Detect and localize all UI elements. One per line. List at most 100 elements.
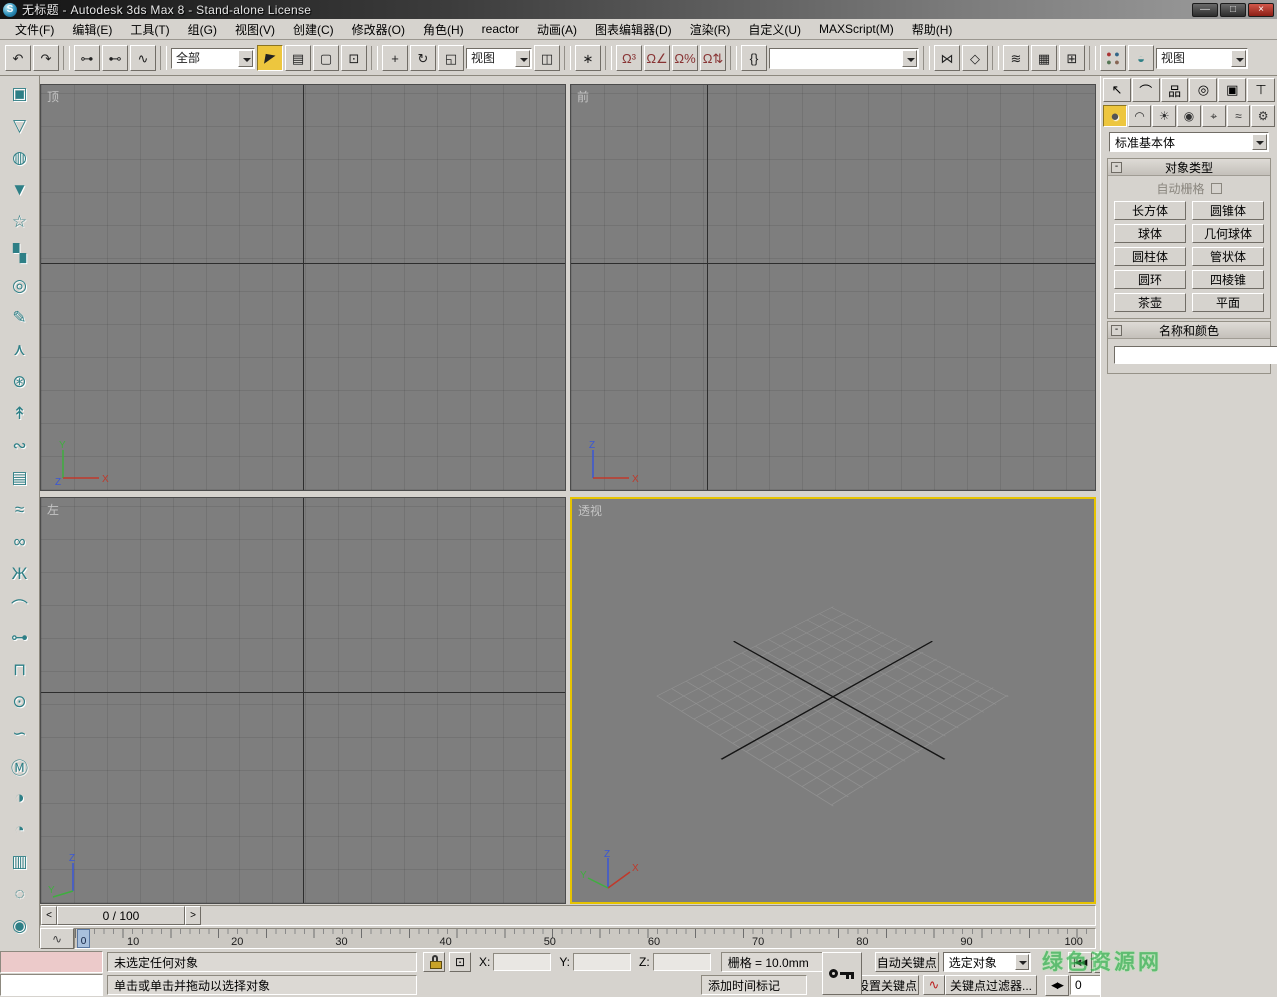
weathervane-icon[interactable]: ↟ <box>4 399 36 429</box>
utilities-tab[interactable]: ⊤ <box>1247 78 1275 102</box>
selection-set-dropdown[interactable]: 选定对象 <box>943 952 1031 972</box>
close-button[interactable]: × <box>1248 3 1274 17</box>
time-slider-thumb[interactable]: 0 / 100 <box>57 906 185 925</box>
geometry-category[interactable]: ● <box>1103 105 1127 127</box>
geosphere-button[interactable]: 几何球体 <box>1192 224 1264 243</box>
fish-icon[interactable]: ∾ <box>4 431 36 461</box>
create-tab[interactable]: ↖ <box>1103 78 1131 102</box>
time-slider[interactable]: < 0 / 100 > <box>40 905 1096 926</box>
named-selection-dropdown[interactable] <box>769 48 919 69</box>
space-warps-category[interactable]: ≈ <box>1227 105 1251 127</box>
shapes-category[interactable]: ◠ <box>1128 105 1152 127</box>
viewport-perspective-label[interactable]: 透视 <box>578 502 602 519</box>
select-by-name-button[interactable]: ▤ <box>285 45 311 71</box>
menu-maxscript[interactable]: MAXScript(M) <box>810 20 903 38</box>
render-scene-button[interactable]: ◒ <box>1128 45 1154 71</box>
angle-snap-button[interactable]: Ω∠ <box>644 45 670 71</box>
systems-category[interactable]: ⚙ <box>1251 105 1275 127</box>
absolute-offset-mode-button[interactable]: ⊡ <box>449 952 471 972</box>
layer-manager-button[interactable]: ≋ <box>1003 45 1029 71</box>
current-frame-marker[interactable]: 0 <box>77 929 90 948</box>
percent-snap-button[interactable]: Ω% <box>672 45 698 71</box>
dropdown-arrow-icon[interactable] <box>1231 50 1246 67</box>
primitive-type-dropdown[interactable]: 标准基本体 <box>1109 132 1269 152</box>
track-bar-ruler[interactable]: 0 10 20 30 40 50 60 70 80 <box>74 928 1096 949</box>
gear-icon[interactable]: ⊛ <box>4 367 36 397</box>
redo-button[interactable]: ↷ <box>33 45 59 71</box>
cameras-category[interactable]: ◉ <box>1177 105 1201 127</box>
teapot-button[interactable]: 茶壶 <box>1114 293 1186 312</box>
selection-filter-dropdown[interactable]: 全部 <box>171 48 255 69</box>
box-button[interactable]: 长方体 <box>1114 201 1186 220</box>
name-and-color-rollout-header[interactable]: - 名称和颜色 <box>1108 322 1270 339</box>
viewport-left[interactable]: 左 Z Y <box>40 497 566 904</box>
spiral-material-icon[interactable]: ◔ <box>4 815 36 845</box>
dialog-icon[interactable]: ▥ <box>4 847 36 877</box>
y-coordinate-field[interactable] <box>573 953 631 971</box>
menu-create[interactable]: 创建(C) <box>284 19 343 40</box>
next-frame-arrow[interactable]: > <box>185 906 201 925</box>
select-and-scale-button[interactable]: ◱ <box>438 45 464 71</box>
previous-frame-arrow[interactable]: < <box>41 906 57 925</box>
menu-help[interactable]: 帮助(H) <box>903 19 962 40</box>
auto-key-button[interactable]: 自动关键点 <box>875 952 939 972</box>
undo-button[interactable]: ↶ <box>5 45 31 71</box>
menu-modifiers[interactable]: 修改器(O) <box>343 19 414 40</box>
propeller-icon[interactable]: ⋏ <box>4 335 36 365</box>
menu-customize[interactable]: 自定义(U) <box>739 19 810 40</box>
knot-icon[interactable]: ∞ <box>4 527 36 557</box>
render-type-dropdown[interactable]: 视图 <box>1156 48 1248 69</box>
z-coordinate-field[interactable] <box>653 953 711 971</box>
menu-rendering[interactable]: 渲染(R) <box>681 19 740 40</box>
dropdown-arrow-icon[interactable] <box>1015 954 1029 970</box>
reference-coordinate-dropdown[interactable]: 视图 <box>466 48 532 69</box>
viewport-front[interactable]: 前 Z X <box>570 84 1096 491</box>
camera-target-icon[interactable]: ◉ <box>4 911 36 941</box>
select-object-button[interactable]: ◤ <box>257 45 283 71</box>
mirror-button[interactable]: ⋈ <box>934 45 960 71</box>
add-time-tag[interactable]: 添加时间标记 <box>701 975 807 995</box>
menu-reactor[interactable]: reactor <box>473 20 528 38</box>
snap-toggle-3d-button[interactable]: Ω³ <box>616 45 642 71</box>
menu-file[interactable]: 文件(F) <box>6 19 63 40</box>
menu-group[interactable]: 组(G) <box>179 19 226 40</box>
object-type-rollout-header[interactable]: - 对象类型 <box>1108 159 1270 176</box>
viewport-front-label[interactable]: 前 <box>577 88 589 105</box>
menu-edit[interactable]: 编辑(E) <box>63 19 121 40</box>
cloth-icon[interactable]: ▽ <box>4 111 36 141</box>
named-selection-sets-button[interactable]: {} <box>741 45 767 71</box>
tube-button[interactable]: 管状体 <box>1192 247 1264 266</box>
beach-ball-icon[interactable]: ◍ <box>4 143 36 173</box>
lock-selection-toggle[interactable] <box>423 952 445 972</box>
lights-category[interactable]: ☀ <box>1152 105 1176 127</box>
schematic-view-button[interactable]: ⊞ <box>1059 45 1085 71</box>
checker-icon[interactable]: ▚ <box>4 239 36 269</box>
select-and-rotate-button[interactable]: ↻ <box>410 45 436 71</box>
menu-character[interactable]: 角色(H) <box>414 19 473 40</box>
sphere-button[interactable]: 球体 <box>1114 224 1186 243</box>
dropdown-arrow-icon[interactable] <box>902 50 917 67</box>
window-crossing-toggle-button[interactable]: ⊡ <box>341 45 367 71</box>
bricks-icon[interactable]: ▤ <box>4 463 36 493</box>
director-chair-icon[interactable]: ⊓ <box>4 655 36 685</box>
dropdown-arrow-icon[interactable] <box>515 50 530 67</box>
plane-button[interactable]: 平面 <box>1192 293 1264 312</box>
motion-tab[interactable]: ◎ <box>1189 78 1217 102</box>
rings-icon[interactable]: ◎ <box>4 271 36 301</box>
star-icon[interactable]: ☆ <box>4 207 36 237</box>
set-key-button[interactable]: 设置关键点 <box>855 975 919 995</box>
cone-button[interactable]: 圆锥体 <box>1192 201 1264 220</box>
mini-curve-editor-button[interactable]: ∿ <box>40 928 74 949</box>
restore-button[interactable]: □ <box>1220 3 1246 17</box>
select-and-manipulate-button[interactable]: ∗ <box>575 45 601 71</box>
set-keys-button[interactable] <box>822 952 862 995</box>
wheel-icon[interactable]: ⊙ <box>4 687 36 717</box>
curve-editor-button[interactable]: ▦ <box>1031 45 1057 71</box>
material-editor-button[interactable]: ● <box>1100 45 1126 71</box>
array-boxes-icon[interactable]: ▣ <box>4 79 36 109</box>
select-and-move-button[interactable]: + <box>382 45 408 71</box>
display-tab[interactable]: ▣ <box>1218 78 1246 102</box>
key-filters-button[interactable]: 关键点过滤器... <box>945 975 1037 995</box>
viewport-perspective[interactable]: 透视 Z X Y <box>570 497 1096 904</box>
minimize-button[interactable]: — <box>1192 3 1218 17</box>
